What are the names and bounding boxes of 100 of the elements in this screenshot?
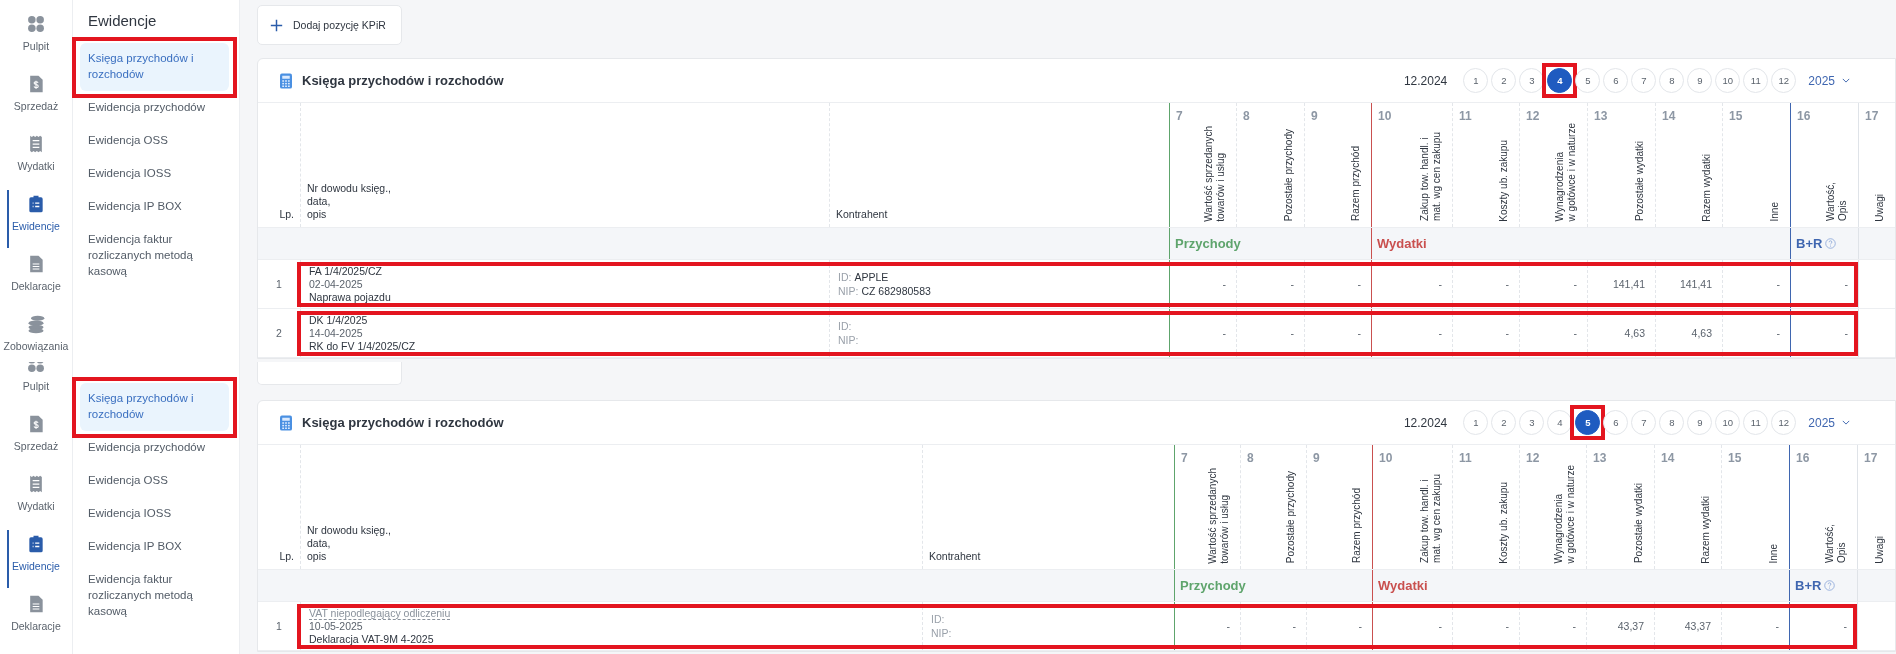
month-button[interactable]: 6 bbox=[1603, 410, 1629, 435]
field-label: NIP: bbox=[838, 284, 859, 298]
month-button[interactable]: 10 bbox=[1715, 68, 1741, 93]
nav-item[interactable]: Ewidencja IP BOX bbox=[80, 531, 229, 563]
rail-item[interactable]: Pulpit bbox=[0, 14, 72, 74]
field-label: ID: bbox=[838, 270, 852, 284]
help-icon[interactable] bbox=[1825, 238, 1837, 249]
month-button[interactable]: 5 bbox=[1575, 68, 1601, 93]
month-button[interactable]: 12 bbox=[1771, 410, 1797, 435]
table-cell: - bbox=[1573, 278, 1577, 290]
column-header: Kontrahent bbox=[836, 208, 888, 222]
month-button[interactable]: 8 bbox=[1659, 410, 1685, 435]
month-button[interactable]: 9 bbox=[1687, 68, 1713, 93]
rail-item[interactable]: Pulpit bbox=[0, 362, 72, 414]
column-header: Pozostałe wydatki bbox=[1634, 141, 1646, 222]
month-button[interactable]: 9 bbox=[1687, 410, 1713, 435]
month-button[interactable]: 4 bbox=[1547, 410, 1573, 435]
column-number: 9 bbox=[1311, 109, 1319, 123]
month-button[interactable]: 11 bbox=[1743, 68, 1769, 93]
month-button[interactable]: 7 bbox=[1631, 410, 1657, 435]
table-cell: 141,41 bbox=[1612, 278, 1645, 290]
column-header: Lp. bbox=[279, 208, 294, 222]
help-icon[interactable] bbox=[1824, 580, 1836, 591]
column-number: 14 bbox=[1661, 451, 1676, 465]
column-number: 8 bbox=[1247, 451, 1255, 465]
month-button[interactable]: 11 bbox=[1743, 410, 1769, 435]
column-number: 7 bbox=[1176, 109, 1184, 123]
table-cell: - bbox=[1572, 620, 1576, 632]
column-header: Pozostałe przychody bbox=[1285, 471, 1297, 564]
column-number: 17 bbox=[1864, 451, 1879, 465]
column-header: Zakup tow. handl. i mat. wg cen zakupu bbox=[1419, 474, 1443, 564]
field-label: ID: bbox=[931, 612, 945, 626]
month-button[interactable]: 7 bbox=[1631, 68, 1657, 93]
rail-item[interactable]: Deklaracje bbox=[0, 594, 72, 654]
column-number: 14 bbox=[1662, 109, 1677, 123]
table-cell: - bbox=[1844, 278, 1848, 290]
rail-item[interactable]: Zobowiązania bbox=[0, 314, 72, 362]
column-number: 10 bbox=[1378, 109, 1393, 123]
month-button[interactable]: 5 bbox=[1575, 410, 1601, 435]
dots-grid-icon bbox=[26, 14, 46, 34]
rail-item[interactable]: Sprzedaż bbox=[0, 414, 72, 474]
column-header: Koszty ub. zakupu bbox=[1498, 139, 1510, 222]
column-header: Wartość sprzedanych towarów i usług bbox=[1203, 125, 1227, 222]
table-cell: - bbox=[1438, 327, 1442, 339]
column-header: Kontrahent bbox=[929, 550, 981, 564]
column-header: Koszty ub. zakupu bbox=[1498, 481, 1510, 564]
table-cell: - bbox=[1438, 620, 1442, 632]
nav-item[interactable]: Ewidencja OSS bbox=[80, 465, 229, 497]
period-label: 12.2024 bbox=[1403, 415, 1448, 430]
contractor-nip: CZ 682980583 bbox=[861, 284, 931, 298]
nav-item[interactable]: Ewidencja faktur rozliczanych metodą kasową bbox=[80, 564, 229, 628]
month-button[interactable]: 10 bbox=[1715, 410, 1741, 435]
rail-item[interactable]: Ewidencje bbox=[0, 534, 72, 594]
month-button[interactable]: 8 bbox=[1659, 68, 1685, 93]
rail-item[interactable]: Wydatki bbox=[0, 474, 72, 534]
year-dropdown[interactable]: 2025 bbox=[1808, 73, 1850, 88]
column-header: Inne bbox=[1769, 201, 1781, 222]
nav-item[interactable]: Ewidencja OSS bbox=[80, 125, 229, 157]
month-button[interactable]: 3 bbox=[1519, 410, 1545, 435]
row-number: 1 bbox=[276, 620, 282, 632]
column-header: Uwagi bbox=[1874, 535, 1886, 564]
nav-item[interactable]: Ewidencja przychodów bbox=[80, 92, 229, 124]
column-header: Pozostałe wydatki bbox=[1633, 483, 1645, 564]
column-header: Wartość, Opis bbox=[1825, 182, 1849, 222]
nav-item[interactable]: Księga przychodów i rozchodów bbox=[80, 43, 229, 91]
rail-item[interactable]: Sprzedaż bbox=[0, 74, 72, 134]
column-header: Nr dowodu księg., data, opis bbox=[307, 524, 392, 564]
table-cell: - bbox=[1226, 620, 1230, 632]
add-entry-button[interactable]: Dodaj pozycję KPiR bbox=[257, 5, 402, 45]
month-button[interactable]: 1 bbox=[1463, 68, 1489, 93]
table-cell: 141,41 bbox=[1679, 278, 1712, 290]
column-header: Nr dowodu księg., data, opis bbox=[307, 182, 392, 222]
nav-item[interactable]: Ewidencja IOSS bbox=[80, 158, 229, 190]
column-number: 9 bbox=[1313, 451, 1321, 465]
chevron-down-icon bbox=[1842, 78, 1850, 83]
table-cell: - bbox=[1358, 620, 1362, 632]
year-dropdown[interactable]: 2025 bbox=[1808, 415, 1850, 430]
nav-item[interactable]: Ewidencja faktur rozliczanych metodą kasową bbox=[80, 224, 229, 288]
month-button[interactable]: 1 bbox=[1463, 410, 1489, 435]
table-cell: - bbox=[1292, 620, 1296, 632]
document-description: Naprawa pojazdu bbox=[309, 290, 392, 304]
rail-item[interactable]: Deklaracje bbox=[0, 254, 72, 314]
rail-item[interactable]: Ewidencje bbox=[0, 194, 72, 254]
month-button[interactable]: 12 bbox=[1771, 68, 1797, 93]
row-number: 2 bbox=[276, 327, 282, 339]
month-button[interactable]: 2 bbox=[1491, 410, 1517, 435]
table-cell: - bbox=[1222, 278, 1226, 290]
nav-item[interactable]: Ewidencja IP BOX bbox=[80, 191, 229, 223]
field-label: NIP: bbox=[838, 333, 859, 347]
document-number: FA 1/4/2025/CZ bbox=[309, 264, 383, 278]
rail-item[interactable]: Wydatki bbox=[0, 134, 72, 194]
month-button[interactable]: 6 bbox=[1603, 68, 1629, 93]
nav-item[interactable]: Ewidencja IOSS bbox=[80, 498, 229, 530]
table-cell: - bbox=[1290, 327, 1294, 339]
nav-item[interactable]: Ewidencja przychodów bbox=[80, 432, 229, 464]
month-button[interactable]: 4 bbox=[1547, 68, 1573, 93]
nav-item[interactable]: Księga przychodów i rozchodów bbox=[80, 383, 229, 431]
table-cell: - bbox=[1290, 278, 1294, 290]
month-button[interactable]: 2 bbox=[1491, 68, 1517, 93]
month-button[interactable]: 3 bbox=[1519, 68, 1545, 93]
